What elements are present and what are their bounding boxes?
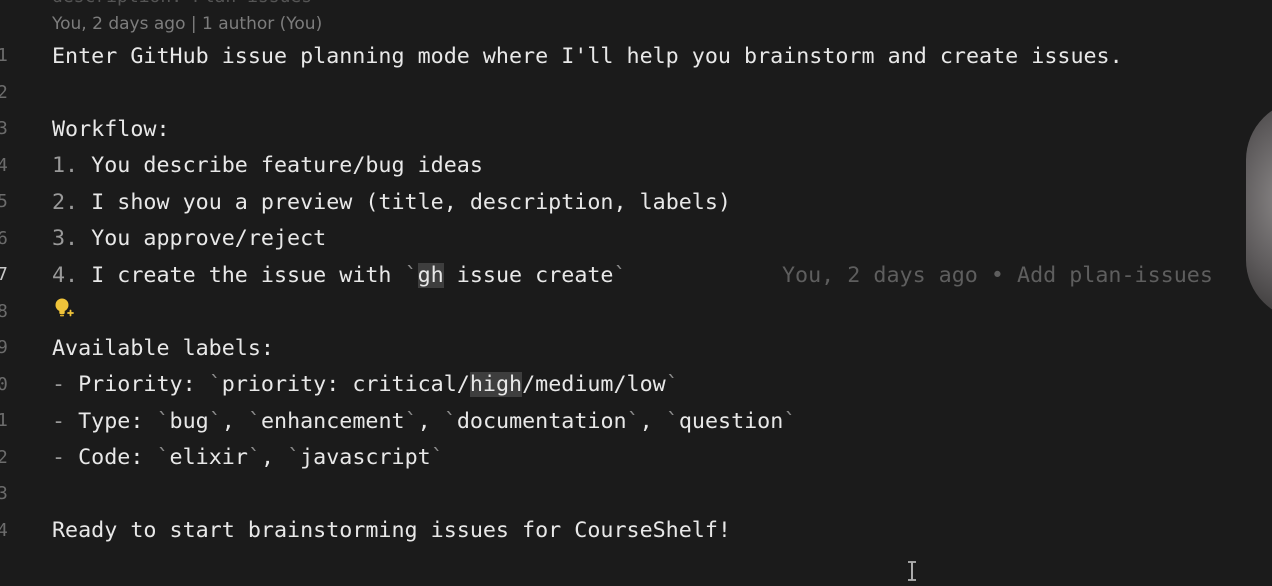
- backtick: `: [156, 409, 170, 434]
- line-text: Priority:: [65, 372, 209, 397]
- backtick: `: [287, 445, 301, 470]
- line-number: 1: [0, 45, 8, 66]
- backtick: `: [404, 263, 418, 288]
- code-line-10[interactable]: - Priority: `priority: critical/high/med…: [52, 370, 679, 400]
- list-marker: -: [52, 445, 66, 470]
- code-line-5[interactable]: 2. I show you a preview (title, descript…: [52, 188, 731, 218]
- line-number: 1: [0, 410, 8, 431]
- line-number: 3: [0, 483, 8, 504]
- line-text: You approve/reject: [78, 226, 327, 251]
- word-highlight: high: [469, 372, 523, 397]
- line-number: 6: [0, 228, 8, 249]
- line-number: 5: [0, 191, 8, 212]
- line-number: 3: [0, 118, 8, 139]
- list-marker: 3.: [52, 226, 79, 251]
- code-line-14[interactable]: Ready to start brainstorming issues for …: [52, 516, 731, 546]
- backtick: `: [665, 409, 679, 434]
- backtick: `: [430, 445, 444, 470]
- list-marker: -: [52, 409, 66, 434]
- line-text: Workflow:: [52, 117, 170, 142]
- backtick: `: [626, 409, 640, 434]
- line-number: 8: [0, 301, 8, 322]
- line-text: Enter GitHub issue planning mode where I…: [52, 44, 1123, 69]
- backtick: `: [443, 409, 457, 434]
- webcam-overlay: [1246, 100, 1272, 320]
- line-text: ,: [639, 409, 666, 434]
- editor[interactable]: description: Plan issues You, 2 days ago…: [0, 0, 1272, 586]
- backtick: `: [665, 372, 679, 397]
- line-text: ,: [260, 445, 288, 470]
- code-line-12[interactable]: - Code: `elixir`, `javascript`: [52, 443, 444, 473]
- list-marker: -: [52, 372, 66, 397]
- line-text: Type:: [65, 409, 157, 434]
- line-text: You describe feature/bug ideas: [78, 153, 483, 178]
- line-number: 4: [0, 520, 8, 541]
- lightbulb-icon[interactable]: [52, 296, 76, 320]
- line-text: question: [678, 409, 784, 434]
- line-number: 2: [0, 447, 8, 468]
- backtick: `: [156, 445, 170, 470]
- line-text: ,: [221, 409, 248, 434]
- text-cursor-icon: [908, 561, 916, 581]
- codelens-blame-summary[interactable]: You, 2 days ago | 1 author (You): [52, 13, 322, 35]
- list-marker: 1.: [52, 153, 79, 178]
- code-line-6[interactable]: 3. You approve/reject: [52, 224, 326, 254]
- line-number: 9: [0, 337, 8, 358]
- word-highlight: gh: [417, 263, 444, 288]
- line-text: documentation: [456, 409, 627, 434]
- line-text: issue create: [443, 263, 614, 288]
- code-line-4[interactable]: 1. You describe feature/bug ideas: [52, 151, 483, 181]
- line-number-gutter: 1 2 3 4 5 6 7 8 9 0 1 2 3 4: [0, 0, 20, 586]
- line-text: javascript: [300, 445, 431, 470]
- line-text: Code:: [65, 445, 157, 470]
- backtick: `: [208, 409, 222, 434]
- code-line-11[interactable]: - Type: `bug`, `enhancement`, `documenta…: [52, 407, 796, 437]
- backtick: `: [247, 445, 261, 470]
- line-text: Available labels:: [52, 336, 274, 361]
- line-text: I show you a preview (title, description…: [78, 190, 731, 215]
- backtick: `: [404, 409, 418, 434]
- scrolled-off-line: description: Plan issues: [52, 0, 312, 8]
- backtick: `: [783, 409, 797, 434]
- backtick: `: [247, 409, 261, 434]
- line-number: 2: [0, 82, 8, 103]
- inline-blame-annotation[interactable]: You, 2 days ago • Add plan-issues: [782, 261, 1213, 291]
- line-text: bug: [169, 409, 209, 434]
- backtick: `: [613, 263, 627, 288]
- line-number: 4: [0, 155, 8, 176]
- line-number-active: 7: [0, 264, 8, 285]
- line-text: /medium/low: [522, 372, 666, 397]
- line-text: enhancement: [260, 409, 405, 434]
- backtick: `: [208, 372, 222, 397]
- line-text: priority: critical/: [221, 372, 470, 397]
- line-text: elixir: [169, 445, 248, 470]
- code-line-9[interactable]: Available labels:: [52, 334, 274, 364]
- code-line-3[interactable]: Workflow:: [52, 115, 170, 145]
- line-text: ,: [417, 409, 444, 434]
- line-number: 0: [0, 374, 8, 395]
- line-text: Ready to start brainstorming issues for …: [52, 518, 731, 543]
- code-line-7[interactable]: 4. I create the issue with `gh issue cre…: [52, 261, 627, 291]
- list-marker: 2.: [52, 190, 79, 215]
- list-marker: 4.: [52, 263, 79, 288]
- code-line-1[interactable]: Enter GitHub issue planning mode where I…: [52, 42, 1123, 72]
- line-text: I create the issue with: [78, 263, 405, 288]
